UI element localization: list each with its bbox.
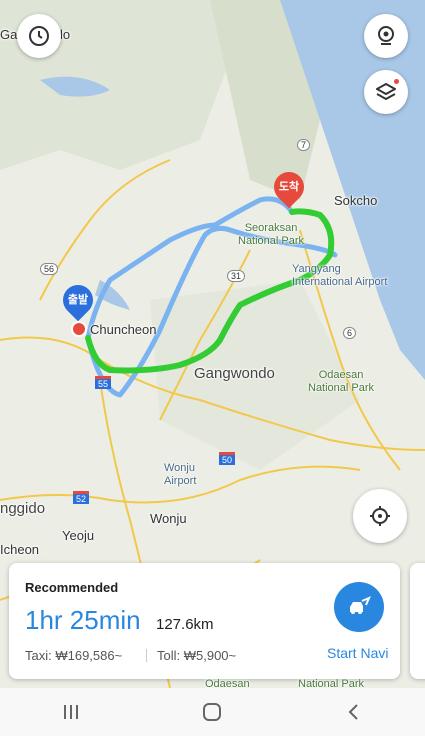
back-icon: [348, 704, 358, 720]
toll-fee: Toll: ₩5,900~: [157, 648, 237, 663]
road-shield: 56: [40, 263, 59, 275]
recommended-badge: Recommended: [25, 580, 119, 595]
city-label-wonju: Wonju: [150, 511, 187, 526]
road-shield: 6: [343, 327, 357, 339]
start-navi-button[interactable]: [334, 582, 384, 632]
layers-button[interactable]: [364, 70, 408, 114]
alternate-route-card[interactable]: [410, 563, 425, 679]
route-summary-card[interactable]: Recommended 1hr 25min 127.6km Taxi: ₩169…: [9, 563, 400, 679]
crosshair-icon: [370, 506, 390, 526]
history-button[interactable]: [17, 14, 61, 58]
highway-shield: 55: [95, 376, 112, 389]
park-label-seoraksan: Seoraksan National Park: [238, 222, 305, 247]
home-icon: [203, 703, 222, 721]
origin-dot: [71, 321, 87, 337]
airport-label-yangyang: Yangyang International Airport: [292, 263, 388, 288]
camera-icon: [378, 26, 394, 45]
region-label-gangwondo: Gangwondo: [194, 365, 275, 382]
city-label-sokcho: Sokcho: [334, 193, 378, 208]
current-location-button[interactable]: [353, 489, 407, 543]
clock-icon: [29, 26, 49, 46]
highway-shield: 52: [73, 491, 90, 504]
car-navigation-icon: [350, 596, 371, 614]
region-label-gyeonggido: nggido: [0, 500, 46, 517]
notification-dot: [394, 79, 399, 84]
back-button[interactable]: [334, 692, 374, 732]
route-duration: 1hr 25min: [25, 605, 141, 635]
city-label-icheon: Icheon: [0, 542, 40, 557]
divider: [146, 649, 147, 662]
airport-label-wonju: Wonju Airport: [164, 462, 197, 487]
city-label-yeoju: Yeoju: [62, 528, 95, 543]
system-navigation-bar: [0, 688, 425, 736]
start-navi-label[interactable]: Start Navi: [327, 645, 388, 661]
highway-shield: 50: [219, 452, 236, 465]
destination-pin[interactable]: 도착: [267, 165, 311, 210]
destination-pin-label: 도착: [278, 181, 300, 193]
route-distance: 127.6km: [156, 616, 214, 633]
camera-button[interactable]: [364, 14, 408, 58]
park-label-odaesan: Odaesan National Park: [308, 369, 375, 394]
home-button[interactable]: [192, 692, 232, 732]
origin-pin[interactable]: 출발: [56, 278, 100, 323]
city-label-chuncheon: Chuncheon: [90, 322, 157, 337]
taxi-fare: Taxi: ₩169,586~: [25, 648, 123, 663]
origin-pin-label: 출발: [67, 294, 89, 306]
road-shield: 7: [297, 139, 311, 151]
road-shield: 31: [227, 270, 246, 282]
recent-apps-icon: [63, 705, 78, 719]
recent-apps-button[interactable]: [51, 692, 91, 732]
